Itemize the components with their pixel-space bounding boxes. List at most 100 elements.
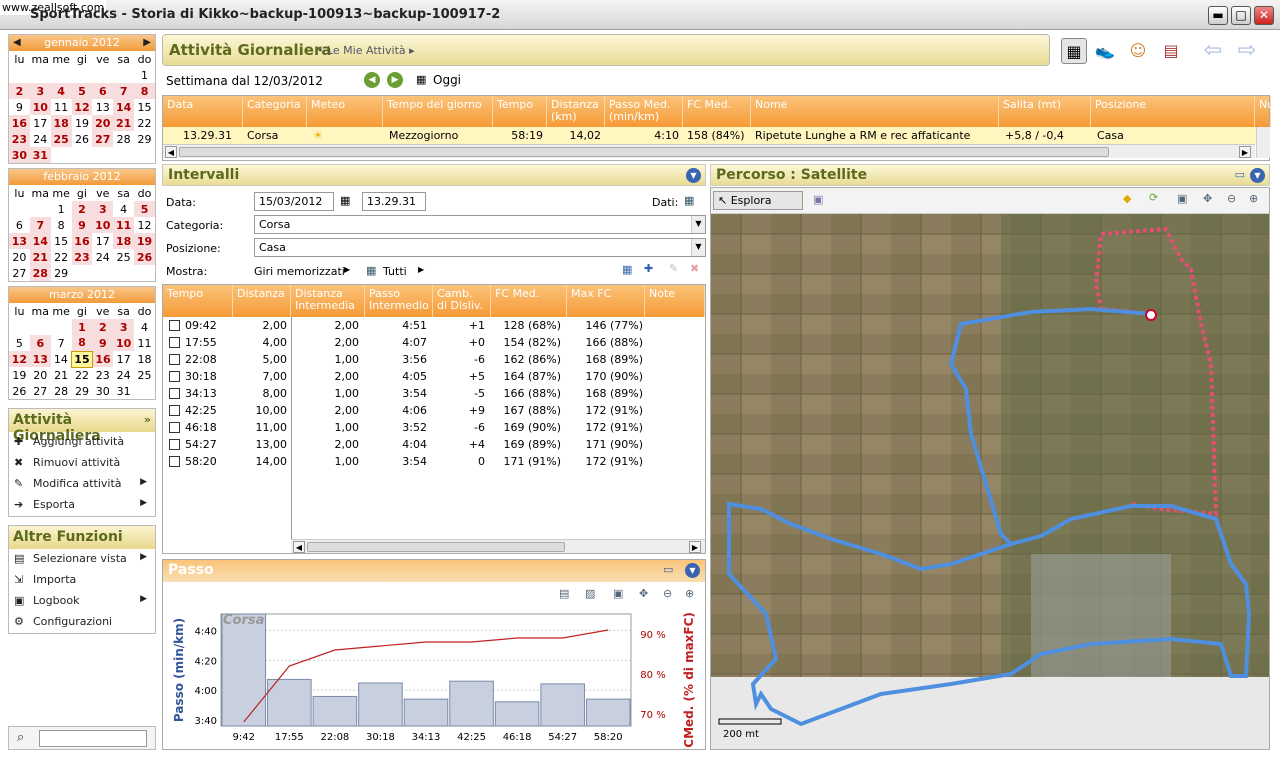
calendar-day[interactable]: 11 xyxy=(51,99,72,115)
column-header[interactable]: Max FC xyxy=(567,285,645,317)
position-select[interactable]: Casa ▼ xyxy=(254,238,706,257)
column-header[interactable]: Distanza xyxy=(233,285,291,317)
pace-menu-icon[interactable]: ▼ xyxy=(685,563,700,578)
row-checkbox[interactable] xyxy=(169,456,180,467)
calendar-day[interactable]: 24 xyxy=(30,131,51,147)
calendar-view-icon[interactable]: ▦ xyxy=(1061,38,1087,64)
calendar-day[interactable]: 7 xyxy=(51,335,72,351)
map-menu-icon[interactable]: ▼ xyxy=(1250,168,1265,183)
table-row[interactable]: 30:18 7,00 2,00 4:05 +5 164 (87%) 170 (90%) xyxy=(163,368,705,385)
calendar-day[interactable]: 27 xyxy=(30,383,51,399)
calendar-day[interactable]: 26 xyxy=(72,131,93,147)
scroll-right-icon[interactable]: ▶ xyxy=(689,541,701,553)
column-header[interactable]: Tempo del giorno xyxy=(383,96,493,127)
calendar-day[interactable]: 17 xyxy=(30,115,51,131)
next-week-button[interactable]: ▶ xyxy=(387,72,403,88)
zoom-in-icon[interactable]: ⊕ xyxy=(685,587,694,600)
panel-item[interactable]: ⚙ Configurazioni xyxy=(9,612,155,633)
calendar-day[interactable]: 13 xyxy=(9,233,30,249)
calendar-day[interactable]: 13 xyxy=(29,351,51,367)
calendar-day[interactable]: 1 xyxy=(51,201,72,217)
calendar-day[interactable]: 21 xyxy=(113,115,135,131)
calendar-day[interactable]: 30 xyxy=(92,383,113,399)
panel-daily-title[interactable]: Attività Giornaliera» xyxy=(9,409,155,444)
table-row[interactable]: 17:55 4,00 2,00 4:07 +0 154 (82%) 166 (88%) xyxy=(163,334,705,351)
search-icon[interactable]: ⌕ xyxy=(17,730,24,745)
calendar-day[interactable]: 6 xyxy=(92,83,114,99)
calendar-day[interactable]: 3 xyxy=(29,83,51,99)
calendar-day[interactable]: 11 xyxy=(134,335,155,351)
maximize-button[interactable]: □ xyxy=(1231,6,1251,25)
column-header[interactable]: Tempo xyxy=(493,96,547,127)
column-header[interactable]: Meteo xyxy=(307,96,383,127)
calendar-day[interactable]: 3 xyxy=(92,201,114,217)
calendar-day[interactable]: 9 xyxy=(92,335,114,351)
calendar-day[interactable]: 8 xyxy=(71,335,93,351)
column-header[interactable]: FC Med. xyxy=(491,285,567,317)
table-row[interactable]: 22:08 5,00 1,00 3:56 -6 162 (86%) 168 (89%) xyxy=(163,351,705,368)
row-checkbox[interactable] xyxy=(169,337,180,348)
scroll-left-icon[interactable]: ◀ xyxy=(293,541,305,553)
calendar-day[interactable]: 27 xyxy=(92,131,114,147)
search-input[interactable] xyxy=(39,730,147,747)
calendar-day[interactable]: 24 xyxy=(92,249,113,265)
calendar-day[interactable]: 26 xyxy=(134,249,155,265)
calendar-day[interactable]: 6 xyxy=(9,217,30,233)
row-checkbox[interactable] xyxy=(169,388,180,399)
calendar-day[interactable]: 20 xyxy=(30,367,51,383)
scroll-thumb[interactable] xyxy=(307,542,565,552)
panel-item[interactable]: ➔ Esporta ▶ xyxy=(9,495,155,516)
layout-icon[interactable]: ▭ xyxy=(663,563,673,576)
fit-icon[interactable]: ✥ xyxy=(639,587,648,600)
calendar-day[interactable]: 22 xyxy=(72,367,93,383)
refresh-icon[interactable]: ⟳ xyxy=(1149,191,1158,204)
calendar-day[interactable]: 21 xyxy=(29,249,51,265)
save-icon[interactable]: ▣ xyxy=(1177,192,1187,205)
calendar-day[interactable]: 6 xyxy=(29,335,51,351)
calendar-day[interactable]: 12 xyxy=(9,351,30,367)
calendar-day[interactable]: 5 xyxy=(9,335,30,351)
calendar-day[interactable]: 17 xyxy=(113,351,134,367)
panel-item[interactable]: ⇲ Importa xyxy=(9,570,155,591)
calendar-day[interactable]: 3 xyxy=(113,319,135,335)
scroll-right-icon[interactable]: ▶ xyxy=(1239,146,1251,158)
breadcrumb[interactable]: • Le Mie Attività ▸ xyxy=(317,44,415,57)
calendar-day[interactable]: 28 xyxy=(113,131,134,147)
calendar-day[interactable]: 2 xyxy=(92,319,114,335)
calendar-icon[interactable]: ▦ xyxy=(416,73,426,86)
calendar-day[interactable]: 8 xyxy=(134,83,155,99)
zoom-out-icon[interactable]: ⊖ xyxy=(663,587,672,600)
calendar-day[interactable]: 4 xyxy=(113,201,134,217)
column-header[interactable]: Note xyxy=(645,285,705,317)
close-button[interactable]: ✕ xyxy=(1254,6,1274,25)
calendar-day[interactable]: 23 xyxy=(71,249,93,265)
calendar-day[interactable]: 1 xyxy=(134,67,155,83)
table-icon[interactable]: ▤ xyxy=(559,587,569,600)
table-row[interactable]: 54:27 13,00 2,00 4:04 +4 169 (89%) 171 (90%) xyxy=(163,436,705,453)
row-checkbox[interactable] xyxy=(169,405,180,416)
explore-button[interactable]: ↖ Esplora xyxy=(713,191,803,210)
time-field[interactable]: 13.29.31 xyxy=(362,192,426,211)
calendar-day[interactable]: 16 xyxy=(9,115,30,131)
calendar-day[interactable]: 5 xyxy=(71,83,93,99)
calendar-day[interactable]: 9 xyxy=(71,217,93,233)
column-header[interactable]: Data xyxy=(163,96,243,127)
calculator-icon[interactable]: ▦ xyxy=(622,263,632,276)
data-calc-icon[interactable]: ▦ xyxy=(684,194,694,207)
row-checkbox[interactable] xyxy=(169,320,180,331)
calendar-day[interactable]: 20 xyxy=(9,249,30,265)
column-header[interactable]: Nome xyxy=(751,96,999,127)
row-checkbox[interactable] xyxy=(169,371,180,382)
calendar-day[interactable]: 20 xyxy=(92,115,114,131)
calendar-day[interactable]: 16 xyxy=(71,233,93,249)
add-icon[interactable]: ✚ xyxy=(644,262,653,275)
calendar-day[interactable]: 29 xyxy=(72,383,93,399)
calendar-day[interactable]: 27 xyxy=(9,265,30,281)
calendar-day[interactable]: 2 xyxy=(71,201,93,217)
intervals-menu-icon[interactable]: ▼ xyxy=(686,168,701,183)
calendar-day[interactable]: 18 xyxy=(50,115,72,131)
calendar-day[interactable]: 24 xyxy=(113,367,134,383)
calendar-day[interactable]: 17 xyxy=(92,233,113,249)
calendar-day[interactable]: 12 xyxy=(71,99,93,115)
back-arrow-icon[interactable]: ⇦ xyxy=(1200,38,1226,64)
